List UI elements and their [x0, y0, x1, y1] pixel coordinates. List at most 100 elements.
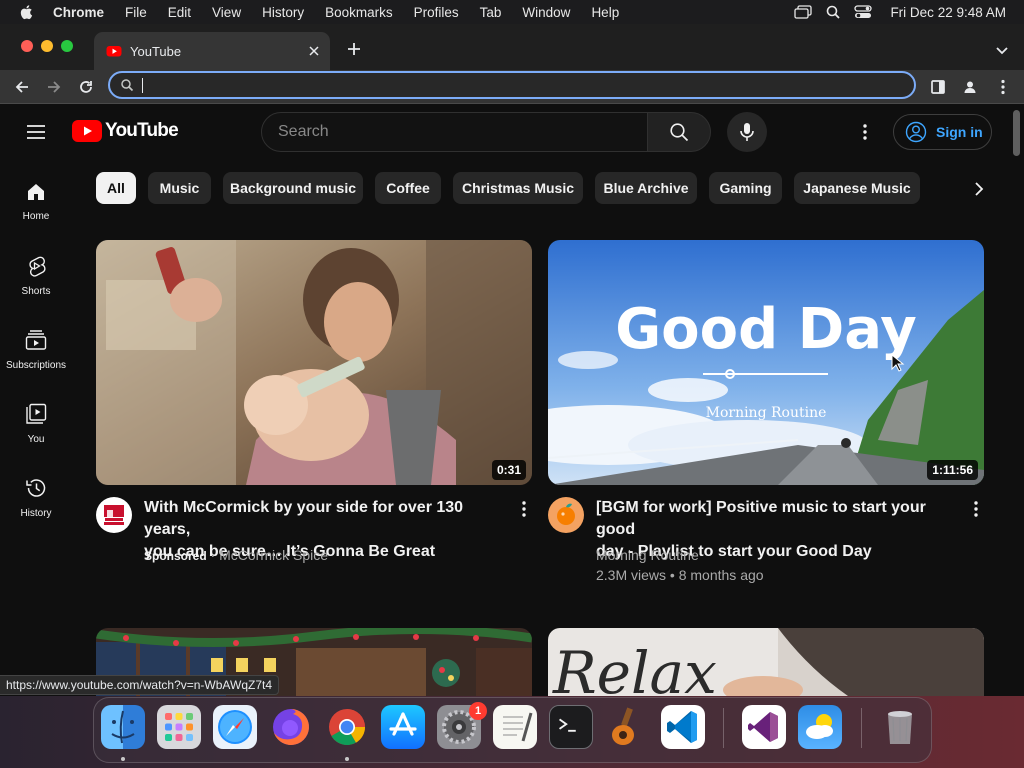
menu-profiles[interactable]: Profiles	[414, 5, 459, 20]
settings-more-icon[interactable]	[855, 122, 875, 142]
screen-mirroring-icon[interactable]	[794, 5, 813, 19]
side-panel-icon[interactable]	[928, 77, 948, 97]
chrome-menu-icon[interactable]	[993, 77, 1013, 97]
chip-christmas-music[interactable]: Christmas Music	[453, 172, 583, 204]
garageband-icon[interactable]	[605, 705, 649, 749]
video-meta-mccormick: Sponsored · McCormick Spice	[144, 545, 328, 566]
video-thumbnail-good-day[interactable]: Good Day Morning Routine 1:11:56	[548, 240, 984, 485]
apple-menu-icon[interactable]	[19, 4, 35, 20]
menu-tab[interactable]: Tab	[480, 5, 502, 20]
menu-window[interactable]: Window	[522, 5, 570, 20]
spotlight-search-icon[interactable]	[826, 5, 841, 19]
youtube-logo[interactable]: YouTube	[72, 120, 179, 142]
chip-music[interactable]: Music	[148, 172, 211, 204]
forward-icon[interactable]	[44, 77, 64, 97]
weather-icon[interactable]	[798, 705, 842, 749]
channel-avatar-mccormick[interactable]	[96, 497, 132, 533]
app-store-icon[interactable]	[381, 705, 425, 749]
control-center-icon[interactable]	[854, 5, 873, 19]
channel-name[interactable]: Morning Routine	[596, 545, 699, 565]
omnibox-search-icon	[121, 79, 134, 92]
chip-all[interactable]: All	[96, 172, 136, 204]
page-scrollbar[interactable]	[1010, 104, 1024, 696]
new-tab-icon[interactable]	[345, 40, 363, 58]
video-actions-icon[interactable]	[966, 497, 986, 521]
video-thumbnail-relax[interactable]: Relax	[548, 628, 984, 696]
chip-coffee[interactable]: Coffee	[375, 172, 441, 204]
menu-edit[interactable]: Edit	[168, 5, 191, 20]
window-close-button[interactable]	[21, 40, 33, 52]
meta-separator: •	[666, 567, 679, 583]
nav-home[interactable]: Home	[0, 182, 72, 250]
search-field[interactable]	[261, 112, 648, 152]
nav-subscriptions[interactable]: Subscriptions	[0, 329, 72, 397]
visual-studio-icon[interactable]	[742, 705, 786, 749]
tab-search-chevron-icon[interactable]	[994, 42, 1010, 58]
video-stats: 2.3M views • 8 months ago	[596, 565, 764, 585]
chevron-right-icon[interactable]	[968, 178, 990, 200]
microphone-icon	[740, 123, 754, 141]
chip-japanese-music[interactable]: Japanese Music	[794, 172, 920, 204]
thumbnail-image	[96, 240, 532, 485]
video-duration: 1:11:56	[927, 460, 978, 480]
reload-icon[interactable]	[76, 77, 96, 97]
thumbnail-title-text: Relax	[552, 639, 717, 696]
menu-bookmarks[interactable]: Bookmarks	[325, 5, 393, 20]
textedit-icon[interactable]	[493, 705, 537, 749]
channel-name[interactable]: McCormick Spice	[219, 547, 328, 563]
tab-close-icon[interactable]	[306, 43, 322, 59]
guide-menu-icon[interactable]	[26, 122, 46, 142]
meta-separator: ·	[206, 547, 220, 563]
window-zoom-button[interactable]	[61, 40, 73, 52]
menu-history[interactable]: History	[262, 5, 304, 20]
terminal-icon[interactable]	[549, 705, 593, 749]
tab-youtube[interactable]: YouTube	[94, 32, 330, 70]
back-icon[interactable]	[12, 77, 32, 97]
menu-view[interactable]: View	[212, 5, 241, 20]
window-minimize-button[interactable]	[41, 40, 53, 52]
finder-icon[interactable]	[101, 705, 145, 749]
chrome-icon[interactable]	[325, 705, 369, 749]
search-icon	[670, 123, 689, 142]
menubar-clock[interactable]: Fri Dec 22 9:48 AM	[890, 5, 1006, 20]
address-bar[interactable]	[108, 71, 916, 99]
chip-background-music[interactable]: Background music	[223, 172, 363, 204]
notification-badge: 1	[469, 702, 487, 720]
chip-blue-archive[interactable]: Blue Archive	[595, 172, 697, 204]
video-thumbnail-mccormick[interactable]: 0:31	[96, 240, 532, 485]
menu-help[interactable]: Help	[591, 5, 619, 20]
page-scrollbar-thumb[interactable]	[1013, 110, 1020, 156]
nav-history[interactable]: History	[0, 477, 72, 545]
tab-title: YouTube	[130, 43, 182, 59]
video-actions-icon[interactable]	[514, 497, 534, 521]
nav-subscriptions-label: Subscriptions	[5, 360, 67, 371]
search-input[interactable]	[278, 123, 618, 141]
profile-icon[interactable]	[960, 77, 980, 97]
text-caret	[142, 77, 143, 93]
address-input[interactable]	[145, 77, 914, 93]
launchpad-icon[interactable]	[157, 705, 201, 749]
thumbnail-title-text: Good Day	[615, 297, 917, 362]
sponsored-label: Sponsored	[144, 549, 207, 563]
nav-shorts-label: Shorts	[21, 286, 51, 297]
search-button[interactable]	[647, 112, 711, 152]
menu-file[interactable]: File	[125, 5, 147, 20]
video-duration: 0:31	[491, 460, 526, 480]
nav-shorts[interactable]: Shorts	[0, 255, 72, 323]
nav-you[interactable]: You	[0, 403, 72, 471]
vscode-icon[interactable]	[661, 705, 705, 749]
menu-chrome[interactable]: Chrome	[53, 5, 104, 20]
video-title-line-1: [BGM for work] Positive music to start y…	[596, 499, 926, 538]
sign-in-button[interactable]: Sign in	[893, 114, 992, 150]
running-indicator	[345, 757, 349, 761]
chip-gaming[interactable]: Gaming	[709, 172, 782, 204]
thumbnail-subtitle-text: Morning Routine	[706, 405, 827, 421]
shorts-icon	[29, 256, 46, 277]
firefox-icon[interactable]	[269, 705, 313, 749]
voice-search-button[interactable]	[727, 112, 767, 152]
trash-icon[interactable]	[878, 705, 922, 749]
channel-avatar-morning-routine[interactable]	[548, 497, 584, 533]
macos-menu-bar: Chrome File Edit View History Bookmarks …	[0, 0, 1024, 24]
safari-icon[interactable]	[213, 705, 257, 749]
sign-in-label: Sign in	[936, 124, 983, 140]
